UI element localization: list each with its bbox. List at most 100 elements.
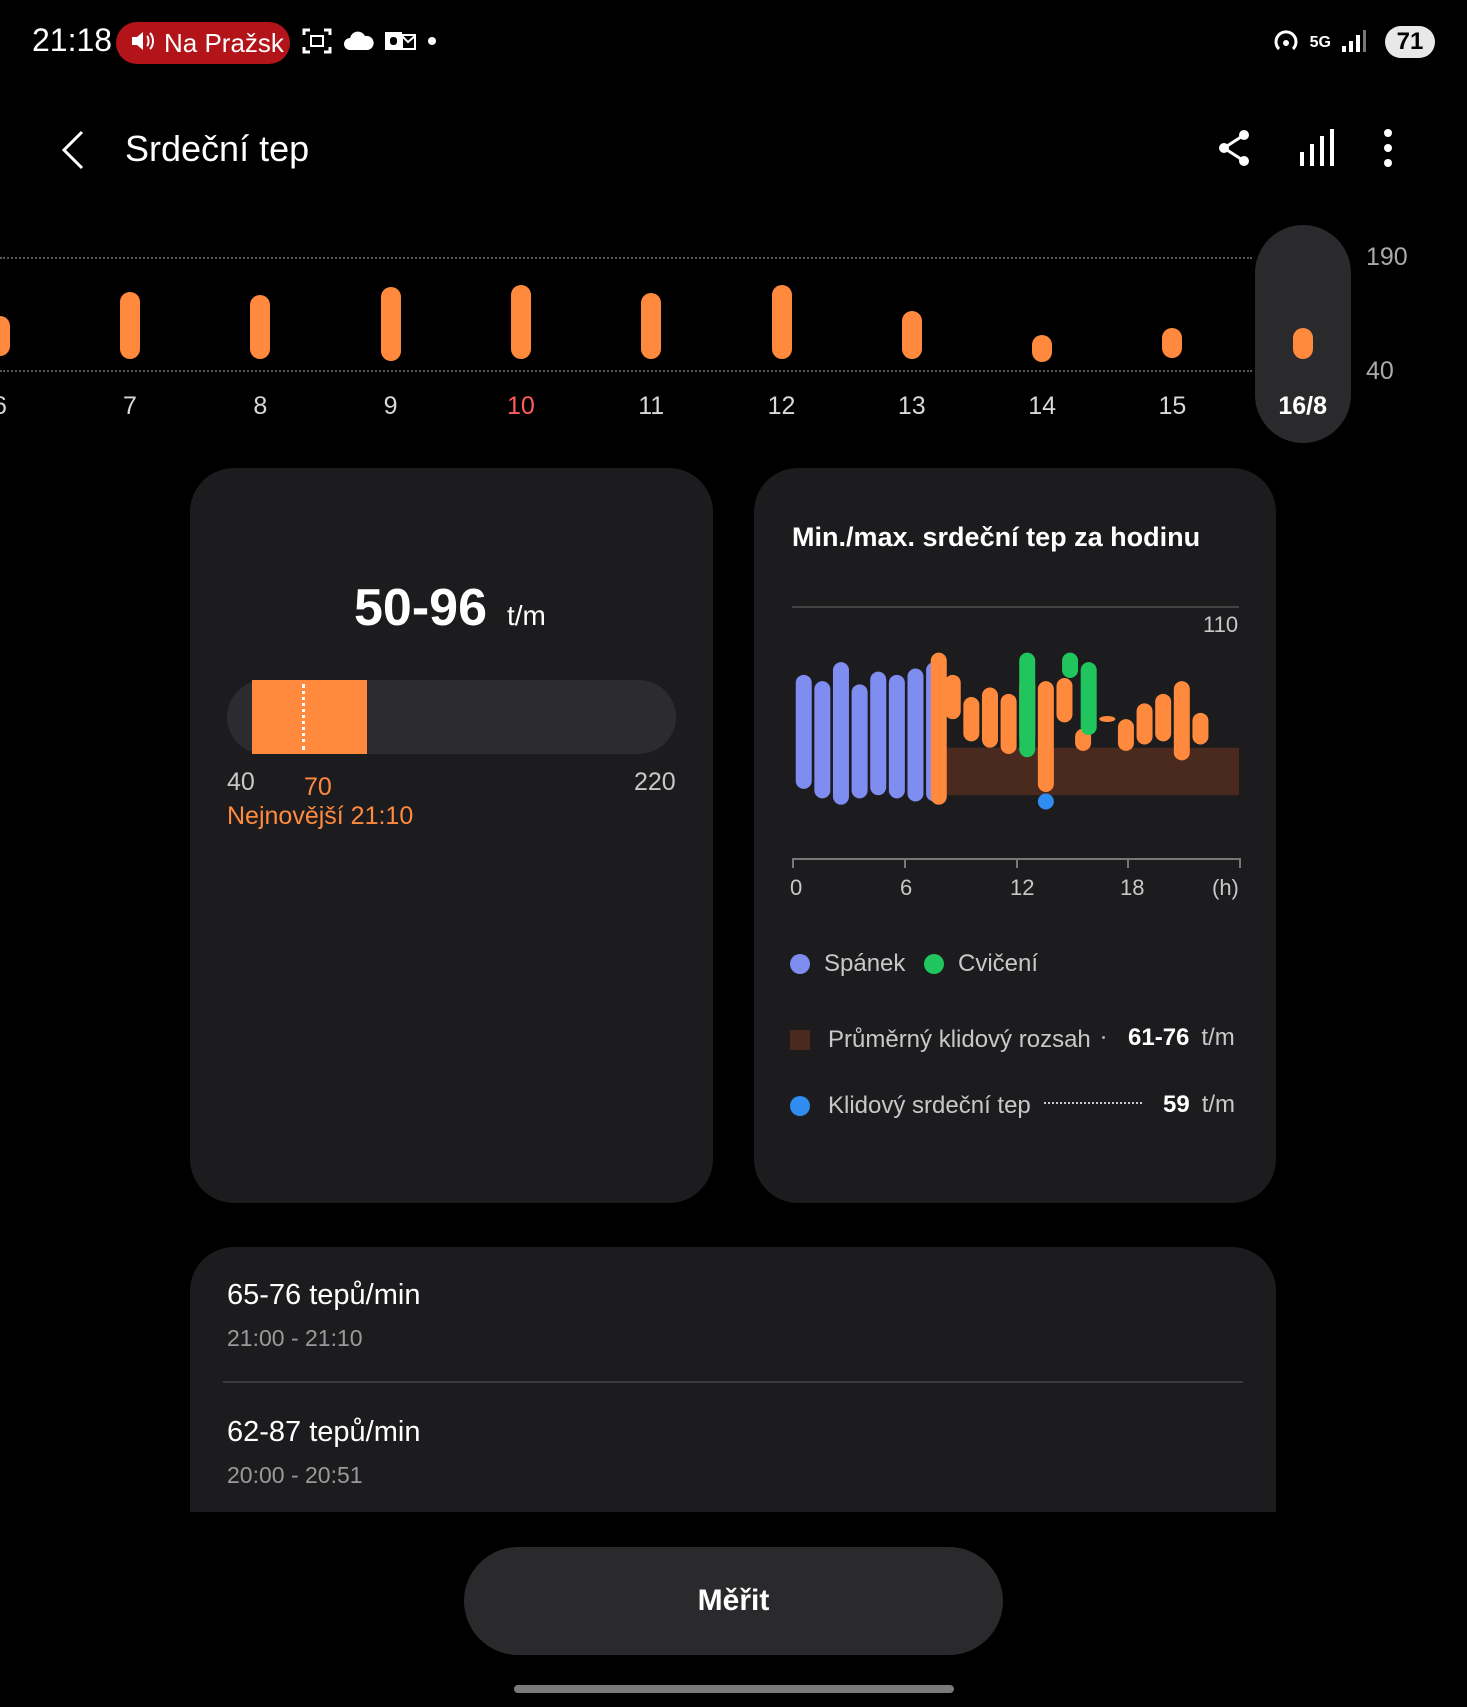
- signal-icon: [1341, 29, 1367, 58]
- rest-range-band: [931, 747, 1239, 796]
- outlook-icon: [384, 28, 416, 59]
- sleep-dot-icon: [790, 954, 810, 974]
- legend-rest-hr: Klidový srdeční tep: [790, 1092, 1031, 1120]
- week-bar-15[interactable]: [1162, 327, 1183, 358]
- week-bar-6[interactable]: [0, 315, 10, 357]
- hour-bar-normal[interactable]: [1000, 693, 1017, 754]
- x-tick-0: 0: [790, 875, 803, 900]
- x-tick-mark: [1127, 858, 1130, 868]
- legend-sleep-label: Spánek: [824, 950, 906, 977]
- hour-bar-normal[interactable]: [1117, 719, 1134, 751]
- hour-bar-exercise[interactable]: [1019, 652, 1036, 758]
- week-label-8[interactable]: 8: [230, 392, 290, 421]
- week-label-10[interactable]: 10: [491, 392, 551, 421]
- hour-bar-sleep[interactable]: [851, 684, 868, 799]
- share-icon: [1216, 130, 1252, 172]
- hour-bar-normal[interactable]: [1192, 712, 1209, 745]
- hour-bar-sleep[interactable]: [814, 681, 831, 799]
- scale-max-label: 220: [634, 768, 676, 796]
- hotspot-icon: [1272, 27, 1300, 60]
- back-button[interactable]: [60, 128, 86, 177]
- rest-hr-value: 59: [1163, 1091, 1190, 1118]
- trends-button[interactable]: [1298, 128, 1334, 173]
- hour-bar-sleep[interactable]: [832, 662, 849, 805]
- week-label-16-8[interactable]: 16/8: [1263, 392, 1343, 421]
- hour-bar-normal[interactable]: [1056, 678, 1073, 723]
- week-bar-11[interactable]: [641, 293, 662, 359]
- week-label-12[interactable]: 12: [752, 392, 812, 421]
- exercise-dot-icon: [924, 954, 944, 974]
- week-bar-14[interactable]: [1032, 335, 1053, 363]
- bar-chart-icon: [1298, 129, 1334, 172]
- rest-hr-dot-icon: [790, 1096, 810, 1116]
- week-label-14[interactable]: 14: [1012, 392, 1072, 421]
- x-tick-mark: [1015, 858, 1018, 868]
- hour-bar-sleep[interactable]: [795, 674, 812, 789]
- hour-bar-normal[interactable]: [963, 697, 980, 742]
- network-5g-icon: 5G: [1309, 34, 1331, 51]
- x-tick-18: 18: [1120, 875, 1145, 900]
- chevron-left-icon: [60, 130, 86, 176]
- list-item[interactable]: 65-76 tepů/min 21:00 - 21:10: [190, 1247, 1276, 1383]
- week-bar-9[interactable]: [380, 287, 401, 361]
- x-tick-mark: [903, 858, 906, 868]
- list-divider: [223, 1381, 1243, 1383]
- rest-range-leader: [1102, 1036, 1105, 1039]
- list-item[interactable]: 62-87 tepů/min 20:00 - 20:51: [190, 1384, 1276, 1512]
- more-vert-icon: [1382, 129, 1394, 172]
- hour-bar-normal[interactable]: [944, 674, 961, 720]
- week-label-11[interactable]: 11: [621, 392, 681, 421]
- week-label-7[interactable]: 7: [100, 392, 160, 421]
- week-label-6[interactable]: 6: [0, 392, 30, 421]
- home-indicator[interactable]: [514, 1685, 954, 1693]
- notification-icons: [302, 26, 438, 60]
- status-time: 21:18: [32, 22, 113, 58]
- legend-exercise: Cvičení: [924, 950, 1038, 978]
- latest-marker: [301, 684, 305, 750]
- hour-bar-normal[interactable]: [1136, 703, 1153, 745]
- rest-hr-value-group: 59 t/m: [1163, 1091, 1235, 1119]
- rest-range-value-group: 61-76 t/m: [1128, 1024, 1235, 1052]
- x-tick-12: 12: [1010, 875, 1035, 900]
- week-label-13[interactable]: 13: [882, 392, 942, 421]
- list-item-time: 21:00 - 21:10: [227, 1325, 363, 1351]
- week-bar-16-8[interactable]: [1292, 327, 1313, 360]
- hour-bar-normal[interactable]: [1173, 681, 1190, 761]
- legend-sleep: Spánek: [790, 950, 905, 978]
- hour-bar-normal[interactable]: [1099, 716, 1116, 722]
- hour-bar-sleep[interactable]: [870, 671, 887, 796]
- week-bar-8[interactable]: [250, 294, 271, 359]
- week-bar-13[interactable]: [901, 311, 922, 359]
- week-y-min-label: 40: [1366, 357, 1394, 385]
- hour-bar-normal[interactable]: [930, 652, 947, 805]
- hour-bar-normal[interactable]: [1155, 693, 1172, 742]
- week-y-max-label: 190: [1366, 243, 1408, 271]
- week-bar-10[interactable]: [510, 284, 531, 359]
- grid-line-bottom: [0, 370, 1252, 372]
- hour-bar-exercise[interactable]: [1080, 662, 1097, 735]
- week-label-9[interactable]: 9: [361, 392, 421, 421]
- rest-range-unit: t/m: [1201, 1024, 1235, 1051]
- call-pill[interactable]: Na Pražsk: [116, 22, 290, 64]
- x-tick-mark: [1239, 858, 1241, 868]
- hourly-chart[interactable]: [792, 640, 1239, 830]
- hour-bar-sleep[interactable]: [888, 674, 905, 799]
- measure-button[interactable]: Měřit: [464, 1547, 1003, 1655]
- hour-bar-normal[interactable]: [1037, 681, 1054, 792]
- hour-bar-sleep[interactable]: [907, 668, 924, 802]
- hour-bar-exercise[interactable]: [1062, 652, 1079, 678]
- share-button[interactable]: [1216, 128, 1252, 173]
- hour-bar-normal[interactable]: [981, 687, 998, 748]
- rest-hr-point: [1037, 793, 1054, 810]
- hourly-title: Min./max. srdeční tep za hodinu: [792, 522, 1201, 552]
- week-label-15[interactable]: 15: [1142, 392, 1202, 421]
- more-options-button[interactable]: [1382, 128, 1394, 173]
- week-bar-12[interactable]: [771, 284, 792, 359]
- x-unit-label: (h): [1212, 875, 1239, 900]
- week-bar-7[interactable]: [120, 292, 140, 359]
- rest-hr-label: Klidový srdeční tep: [828, 1092, 1031, 1119]
- hourly-y-label: 110: [1203, 612, 1239, 637]
- speaker-icon: [130, 28, 156, 59]
- latest-time-label: Nejnovější 21:10: [227, 802, 414, 830]
- screenshot-icon: [302, 27, 332, 60]
